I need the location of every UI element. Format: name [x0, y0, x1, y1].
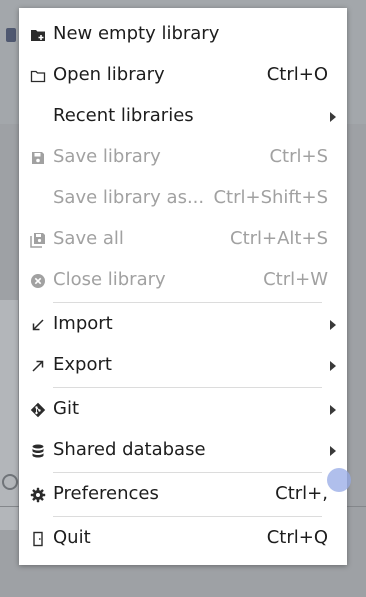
menu-item-label: Git: [53, 398, 80, 419]
menu-item-label: Recent libraries: [53, 105, 194, 126]
menu-item-save-library-as[interactable]: Save library as... Ctrl+Shift+S: [19, 178, 347, 219]
menu-item-label: Save all: [53, 228, 124, 249]
menu-item-shortcut: Ctrl+O: [266, 64, 328, 85]
menu-item-close-library[interactable]: Close library Ctrl+W: [19, 260, 347, 301]
menu-item-label: Open library: [53, 64, 165, 85]
menu-item-shortcut: Ctrl+Q: [266, 527, 328, 548]
menu-item-label: Import: [53, 313, 113, 334]
menu-item-shortcut: Ctrl+Alt+S: [230, 228, 328, 249]
menu-item-shortcut: Ctrl+W: [263, 269, 328, 290]
export-arrow-icon: [29, 357, 47, 375]
menu-item-label: Quit: [53, 527, 91, 548]
menu-item-quit[interactable]: Quit Ctrl+Q: [19, 518, 347, 559]
save-icon: [29, 149, 47, 167]
menu-item-label: Save library: [53, 146, 161, 167]
menu-item-label: Close library: [53, 269, 166, 290]
submenu-arrow-icon: [330, 361, 336, 371]
menu-item-recent-libraries[interactable]: Recent libraries: [19, 96, 347, 137]
menu-item-shortcut: Ctrl+Shift+S: [213, 187, 328, 208]
submenu-arrow-icon: [330, 112, 336, 122]
file-menu: New empty library Open library Ctrl+O Re…: [19, 8, 347, 565]
close-circle-icon: [29, 272, 47, 290]
menu-item-save-all[interactable]: Save all Ctrl+Alt+S: [19, 219, 347, 260]
menu-item-label: New empty library: [53, 23, 220, 44]
submenu-arrow-icon: [330, 320, 336, 330]
import-arrow-icon: [29, 316, 47, 334]
menu-item-export[interactable]: Export: [19, 345, 347, 386]
menu-separator: [53, 387, 322, 388]
exit-icon: [29, 530, 47, 548]
menu-item-open-library[interactable]: Open library Ctrl+O: [19, 55, 347, 96]
submenu-arrow-icon: [330, 446, 336, 456]
background-app-icon: [6, 28, 16, 42]
save-all-icon: [29, 231, 47, 249]
menu-item-preferences[interactable]: Preferences Ctrl+,: [19, 474, 347, 515]
menu-separator: [53, 302, 322, 303]
menu-item-shortcut: Ctrl+,: [275, 483, 328, 504]
menu-item-label: Save library as...: [53, 187, 205, 208]
menu-item-shared-database[interactable]: Shared database: [19, 430, 347, 471]
menu-item-git[interactable]: Git: [19, 389, 347, 430]
menu-item-label: Preferences: [53, 483, 159, 504]
git-icon: [29, 401, 47, 419]
menu-item-shortcut: Ctrl+S: [269, 146, 328, 167]
new-library-icon: [29, 26, 47, 44]
background-panel-strip: [0, 300, 18, 530]
pointer-cursor: [327, 468, 351, 492]
database-icon: [29, 442, 47, 460]
menu-item-label: Export: [53, 354, 112, 375]
menu-separator: [53, 516, 322, 517]
submenu-arrow-icon: [330, 405, 336, 415]
gear-icon: [29, 486, 47, 504]
menu-separator: [53, 472, 322, 473]
background-search-icon: [2, 474, 18, 490]
menu-item-label: Shared database: [53, 439, 206, 460]
menu-item-new-empty-library[interactable]: New empty library: [19, 14, 347, 55]
menu-item-save-library[interactable]: Save library Ctrl+S: [19, 137, 347, 178]
folder-icon: [29, 67, 47, 85]
menu-item-import[interactable]: Import: [19, 304, 347, 345]
